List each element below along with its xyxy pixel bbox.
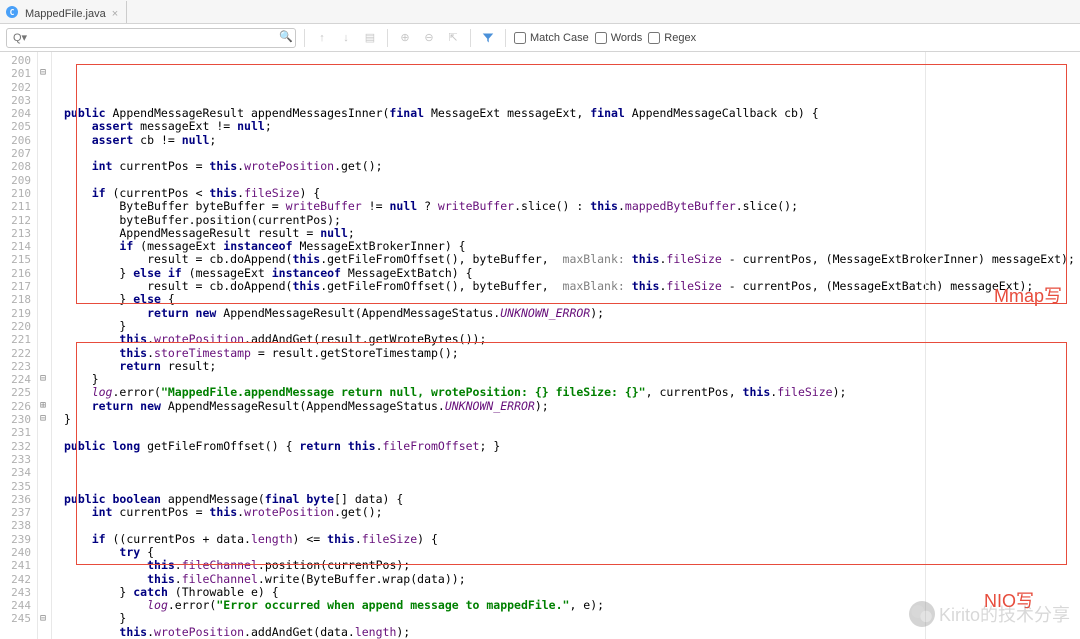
code-editor[interactable]: 2002012022032042052062072082092102112122… [0, 52, 1080, 639]
wechat-icon [909, 601, 935, 627]
filter-icon[interactable] [479, 28, 497, 48]
watermark: Kirito的技术分享 [909, 601, 1070, 627]
export-icon[interactable]: ⇱ [444, 28, 462, 48]
search-box[interactable]: 🔍 [6, 28, 296, 48]
separator [304, 29, 305, 47]
remove-selection-icon[interactable]: ⊖ [420, 28, 438, 48]
prev-match-icon[interactable]: ↑ [313, 28, 331, 48]
line-gutter: 2002012022032042052062072082092102112122… [0, 52, 38, 639]
margin-guide [925, 52, 926, 639]
editor-tab[interactable]: MappedFile.java × [23, 1, 127, 23]
separator [505, 29, 506, 47]
annotation-mmap: Mmap写 [994, 282, 1062, 308]
search-icon[interactable]: 🔍 [279, 30, 293, 43]
search-toolbar: 🔍 ↑ ↓ ▤ ⊕ ⊖ ⇱ Match Case Words Regex [0, 24, 1080, 52]
code-area[interactable]: public AppendMessageResult appendMessage… [52, 52, 1080, 639]
separator [387, 29, 388, 47]
tab-bar: C MappedFile.java × [0, 0, 1080, 24]
tab-filename: MappedFile.java [25, 8, 106, 20]
search-input[interactable] [6, 28, 296, 48]
close-icon[interactable]: × [112, 8, 118, 20]
regex-checkbox[interactable]: Regex [648, 32, 696, 44]
match-case-checkbox[interactable]: Match Case [514, 32, 589, 44]
next-match-icon[interactable]: ↓ [337, 28, 355, 48]
watermark-text: Kirito的技术分享 [939, 601, 1070, 627]
words-checkbox[interactable]: Words [595, 32, 643, 44]
separator [470, 29, 471, 47]
fold-column: ⊟⊟⊞⊟⊟ [38, 52, 52, 639]
file-type-icon: C [6, 6, 18, 18]
select-all-icon[interactable]: ▤ [361, 28, 379, 48]
add-selection-icon[interactable]: ⊕ [396, 28, 414, 48]
